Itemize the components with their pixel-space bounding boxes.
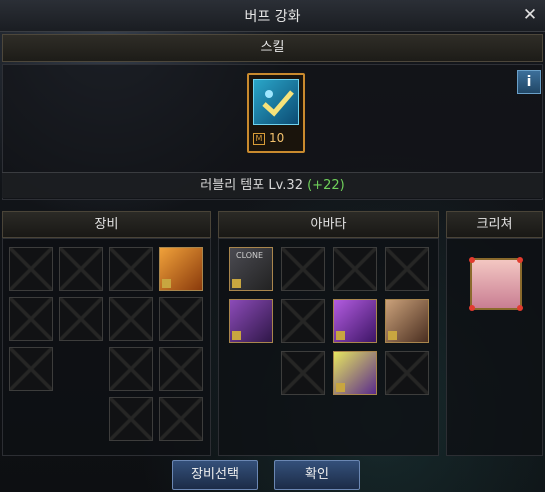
close-icon[interactable]: ✕ (521, 6, 539, 24)
title-bar: 버프 강화 ✕ (0, 0, 545, 32)
equipment-slot[interactable] (159, 297, 203, 341)
avatar-slot[interactable] (385, 351, 429, 395)
skill-slot[interactable]: M 10 (247, 73, 305, 153)
avatar-slot[interactable] (281, 299, 325, 343)
equipment-slot[interactable] (59, 247, 103, 291)
skill-name-bar: 러블리 템포 Lv.32 (+22) (2, 172, 543, 198)
avatar-slot-filled[interactable] (385, 299, 429, 343)
corner-gem-icon (469, 257, 475, 263)
corner-gem-icon (517, 305, 523, 311)
equipment-slot[interactable] (109, 247, 153, 291)
equipment-slot[interactable] (109, 397, 153, 441)
avatar-panel: CLONE (218, 238, 439, 456)
skill-icon (253, 79, 299, 125)
avatar-slot-filled[interactable]: CLONE (229, 247, 273, 291)
equipment-slot[interactable] (109, 297, 153, 341)
master-badge-icon: M (253, 132, 265, 145)
equipment-slot[interactable] (159, 347, 203, 391)
corner-gem-icon (469, 305, 475, 311)
window-title: 버프 강화 (244, 9, 301, 25)
avatar-slot[interactable] (385, 247, 429, 291)
avatar-slot[interactable] (281, 247, 325, 291)
skill-level: M 10 (253, 131, 299, 147)
equipment-slot[interactable] (109, 347, 153, 391)
creature-slot[interactable] (469, 257, 523, 311)
avatar-slot[interactable] (333, 247, 377, 291)
avatar-slot-filled[interactable] (229, 299, 273, 343)
swap-icon (232, 279, 241, 288)
skill-bonus: (+22) (307, 178, 345, 193)
equipment-slot[interactable] (59, 297, 103, 341)
equipment-slot[interactable] (159, 397, 203, 441)
avatar-slot[interactable] (281, 351, 325, 395)
select-equipment-button[interactable]: 장비선택 (172, 460, 258, 490)
skill-name: 러블리 템포 Lv.32 (200, 178, 303, 193)
equipment-slot[interactable] (9, 347, 53, 391)
equipment-slot-filled[interactable] (159, 247, 203, 291)
avatar-slot-filled[interactable] (333, 351, 377, 395)
swap-icon (336, 383, 345, 392)
lock-icon (162, 279, 171, 288)
equipment-slot[interactable] (9, 247, 53, 291)
creature-header: 크리쳐 (446, 211, 543, 238)
clone-label: CLONE (236, 251, 264, 260)
swap-icon (336, 331, 345, 340)
skill-header: 스킬 (2, 34, 543, 62)
info-button[interactable]: i (517, 70, 541, 94)
equipment-header: 장비 (2, 211, 211, 238)
avatar-header: 아바타 (218, 211, 439, 238)
swap-icon (232, 331, 241, 340)
confirm-button[interactable]: 확인 (274, 460, 360, 490)
equipment-panel (2, 238, 211, 456)
swap-icon (388, 331, 397, 340)
avatar-slot-filled[interactable] (333, 299, 377, 343)
corner-gem-icon (517, 257, 523, 263)
equipment-slot[interactable] (9, 297, 53, 341)
